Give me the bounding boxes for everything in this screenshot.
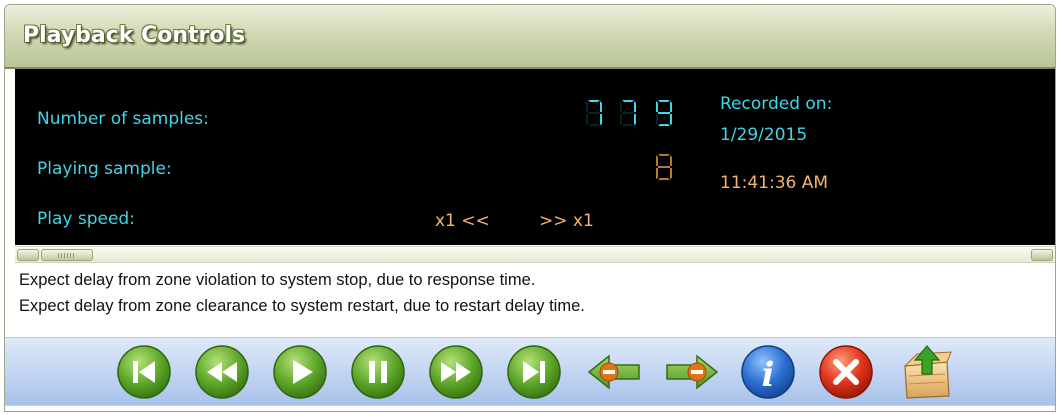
recorded-time: 11:41:36 AM [720,173,829,193]
samples-label: Number of samples: [37,109,209,129]
first-sample-button[interactable] [115,344,173,400]
playback-controls-window: Playback Controls Number of samples: Pla… [4,4,1056,412]
fast-forward-button[interactable] [427,344,485,400]
pause-icon [351,345,405,399]
message-line-2: Expect delay from zone clearance to syst… [19,297,585,315]
arrow-right-minus-icon [666,354,719,390]
recorded-label: Recorded on: [720,94,833,114]
info-button[interactable]: i [739,344,797,400]
playing-label: Playing sample: [37,159,172,179]
scroll-left-button[interactable] [17,249,39,261]
fast-forward-icon [429,345,483,399]
rewind-icon [195,345,249,399]
horizontal-scrollbar[interactable] [15,246,1055,263]
skip-to-end-icon [507,345,561,399]
speed-label: Play speed: [37,209,135,229]
svg-text:i: i [762,355,775,395]
samples-digit-1 [585,99,603,127]
message-line-1: Expect delay from zone violation to syst… [19,271,536,289]
play-icon [273,345,327,399]
recorded-date: 1/29/2015 [720,125,808,145]
info-icon: i [741,345,795,399]
speed-down-button[interactable] [585,344,643,400]
last-sample-button[interactable] [505,344,563,400]
speed-faster-value: >> x1 [539,211,594,231]
export-button[interactable] [897,344,955,400]
title-bar: Playback Controls [5,5,1055,69]
samples-digit-2 [619,99,637,127]
bottom-border [5,405,1055,411]
samples-digit-3 [655,99,673,127]
pause-button[interactable] [349,344,407,400]
rewind-button[interactable] [193,344,251,400]
close-icon [819,345,873,399]
window-title: Playback Controls [23,23,246,48]
arrow-left-minus-icon [587,354,640,390]
speed-slower-value: x1 << [435,211,490,231]
skip-to-start-icon [117,345,171,399]
close-button[interactable] [817,344,875,400]
scroll-thumb[interactable] [41,249,93,261]
speed-up-button[interactable] [663,344,721,400]
playback-toolbar: i [5,337,1055,405]
scroll-right-button[interactable] [1031,249,1053,261]
grip-icon [58,253,76,258]
playback-display: Number of samples: Playing sample: Play … [15,69,1055,245]
play-button[interactable] [271,344,329,400]
export-icon [903,345,952,399]
playing-digit [655,153,673,187]
